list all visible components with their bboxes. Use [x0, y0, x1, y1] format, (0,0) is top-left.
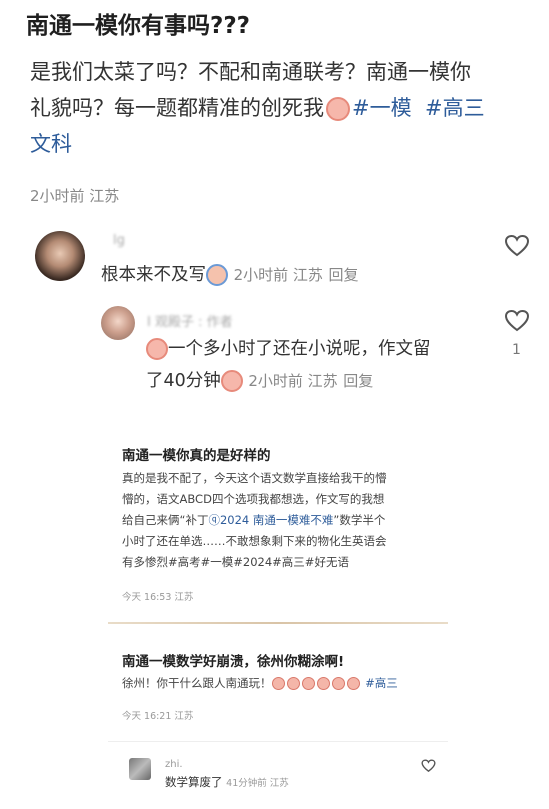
post-body-text: 礼貌吗？每一题都精准的创死我	[30, 96, 324, 120]
comment-meta: 2小时前 江苏	[233, 266, 323, 284]
divider	[108, 622, 448, 624]
pig-face-icon	[346, 677, 360, 690]
like-count: 1	[512, 342, 521, 358]
comment-text: 一个多小时了还在小说呢，作文留 了40分钟 2小时前 江苏 回复	[146, 333, 486, 397]
hashtag-gaosan-cont[interactable]: 文科	[30, 126, 535, 162]
embedded-post1-line1: 真的是我不配了，今天这个语文数学直接给我干的懵	[122, 471, 387, 485]
heart-icon	[421, 759, 436, 773]
hashtag-gaosan[interactable]: #高三	[425, 96, 485, 120]
post-body-line1: 是我们太菜了吗？不配和南通联考？南通一模你	[30, 60, 471, 84]
embedded-comment-username: zhi.	[165, 759, 183, 770]
embedded-post2-body: 徐州！你干什么跟人南通玩！ #高三	[122, 673, 440, 694]
avatar[interactable]	[35, 231, 85, 281]
comment-username[interactable]: I 观殿子 : 作者	[147, 311, 233, 330]
embedded-post2-text: 徐州！你干什么跟人南通玩！	[122, 676, 272, 690]
pig-face-icon	[220, 370, 243, 392]
pig-face-icon	[326, 97, 350, 121]
comment-text: 根本来不及写 2小时前 江苏 回复	[101, 259, 358, 291]
embedded-comment-content: 数学算废了	[165, 775, 223, 789]
hashtag-yimo[interactable]: #一模	[352, 96, 412, 120]
embedded-post1-line3b: ”数学半个	[333, 513, 386, 527]
reply-button[interactable]: 回复	[343, 372, 373, 390]
divider	[108, 741, 448, 742]
pig-face-icon	[301, 677, 315, 690]
pig-face-icon	[271, 677, 285, 690]
embedded-post1-line5: 有多惨烈#高考#一模#2024#高三#好无语	[122, 555, 349, 569]
post-title: 南通一模你有事吗???	[26, 13, 251, 39]
embedded-post1-line3: 给自己来俩“补丁ⓠ2024 南通一模难不难”数学半个	[122, 510, 440, 531]
post-meta: 2小时前 江苏	[30, 187, 120, 205]
embedded-post1-title: 南通一模你真的是好样的	[122, 448, 271, 464]
comment-text-content: 根本来不及写	[101, 265, 206, 285]
post-body-line2: 礼貌吗？每一题都精准的创死我 #一模 #高三	[30, 90, 535, 126]
embedded-post1-link[interactable]: 2024 南通一模难不难	[220, 513, 333, 527]
avatar	[129, 758, 151, 780]
search-link-icon: ⓠ	[208, 513, 220, 527]
embedded-post1-line4: 小时了还在单选……不敢想象剩下来的物化生英语会	[122, 534, 387, 548]
embedded-comment-text: 数学算废了 41分钟前 江苏	[165, 774, 289, 790]
pig-face-icon	[146, 338, 168, 360]
comment-line2: 了40分钟 2小时前 江苏 回复	[146, 365, 486, 397]
pig-face-icon	[331, 677, 345, 690]
pig-face-icon	[286, 677, 300, 690]
embedded-post1-line3a: 给自己来俩“补丁	[122, 513, 209, 527]
heart-icon[interactable]	[504, 234, 530, 258]
comment-line1: 一个多小时了还在小说呢，作文留	[146, 333, 486, 365]
embedded-post2-meta: 今天 16:21 江苏	[122, 711, 194, 722]
comment-username[interactable]: lg	[113, 233, 125, 248]
embedded-comment-meta: 41分钟前 江苏	[226, 778, 289, 789]
heart-icon[interactable]	[504, 309, 530, 333]
embedded-post1-body: 真的是我不配了，今天这个语文数学直接给我干的懵 懵的，语文ABCD四个选项我都想…	[122, 468, 440, 573]
embedded-post1-meta: 今天 16:53 江苏	[122, 592, 194, 603]
pig-face-icon	[316, 677, 330, 690]
comment-meta: 2小时前 江苏	[248, 372, 338, 390]
post-body: 是我们太菜了吗？不配和南通联考？南通一模你 礼貌吗？每一题都精准的创死我 #一模 …	[30, 54, 535, 162]
crying-face-icon	[206, 264, 228, 286]
reply-button[interactable]: 回复	[328, 266, 358, 284]
comment-text-content: 一个多小时了还在小说呢，作文留	[168, 339, 431, 359]
embedded-post2-title: 南通一模数学好崩溃，徐州你糊涂啊!	[122, 654, 345, 670]
embedded-post2-tag[interactable]: #高三	[365, 676, 398, 690]
avatar[interactable]	[101, 306, 135, 340]
embedded-post1-line2: 懵的，语文ABCD四个选项我都想选，作文写的我想	[122, 492, 385, 506]
comment-text-content-2: 了40分钟	[146, 371, 221, 391]
